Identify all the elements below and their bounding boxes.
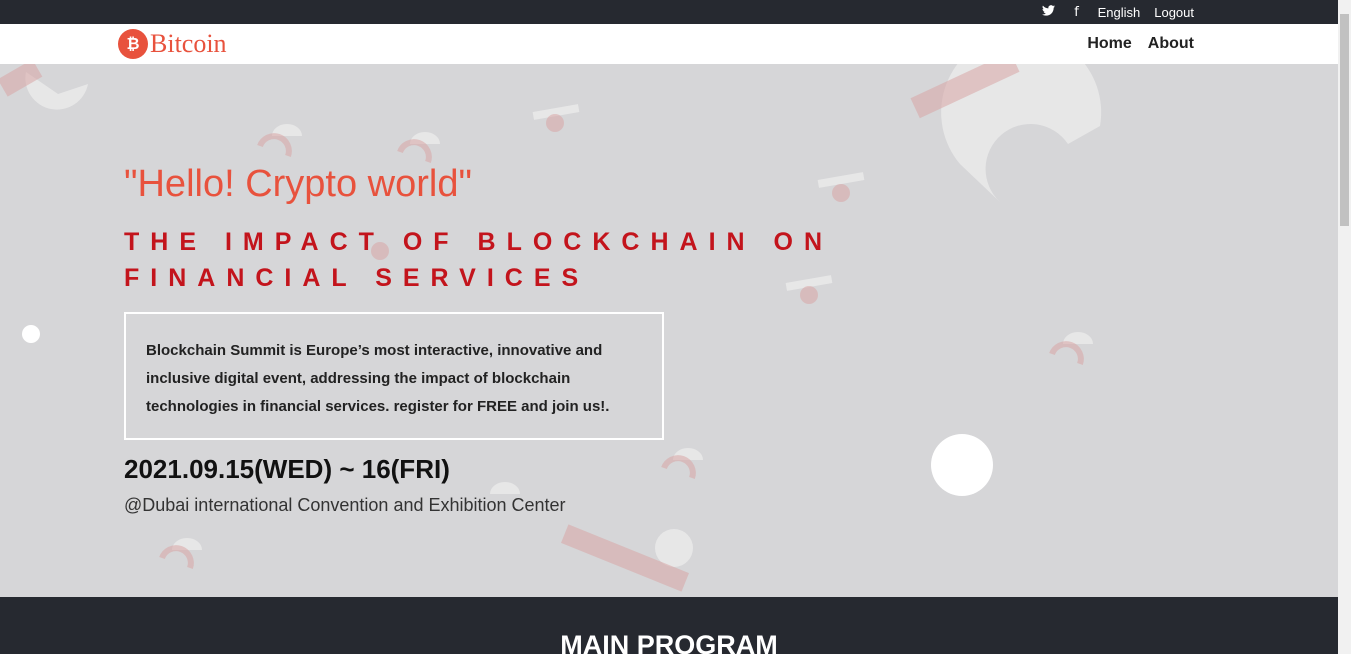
page-scrollbar[interactable]	[1338, 0, 1351, 654]
nav-about-link[interactable]: About	[1148, 35, 1194, 53]
top-bar: f English Logout	[0, 0, 1338, 24]
hero-tagline: THE IMPACT OF BLOCKCHAIN ON FINANCIAL SE…	[124, 228, 834, 292]
hero-section: "Hello! Crypto world" THE IMPACT OF BLOC…	[0, 64, 1338, 597]
language-link[interactable]: English	[1098, 5, 1141, 20]
event-venue: @Dubai international Convention and Exhi…	[124, 495, 566, 515]
hero-greeting: "Hello! Crypto world"	[124, 163, 472, 205]
nav-home-link[interactable]: Home	[1087, 35, 1131, 53]
brand-logo[interactable]: ₿ Bitcoin	[118, 29, 227, 59]
scrollbar-thumb[interactable]	[1340, 14, 1349, 226]
program-title: MAIN PROGRAM	[560, 630, 778, 654]
main-program-section: MAIN PROGRAM	[0, 597, 1338, 654]
facebook-icon[interactable]: f	[1070, 5, 1084, 20]
twitter-icon[interactable]	[1042, 4, 1056, 20]
top-links: f English Logout	[1042, 0, 1194, 24]
main-navbar: ₿ Bitcoin Home About	[0, 24, 1338, 64]
event-date: 2021.09.15(WED) ~ 16(FRI)	[124, 454, 450, 484]
brand-name: Bitcoin	[150, 29, 227, 58]
logout-link[interactable]: Logout	[1154, 5, 1194, 20]
main-nav: Home About	[1087, 24, 1194, 64]
bitcoin-icon: ₿	[118, 29, 148, 59]
hero-description: Blockchain Summit is Europe’s most inter…	[124, 312, 664, 440]
